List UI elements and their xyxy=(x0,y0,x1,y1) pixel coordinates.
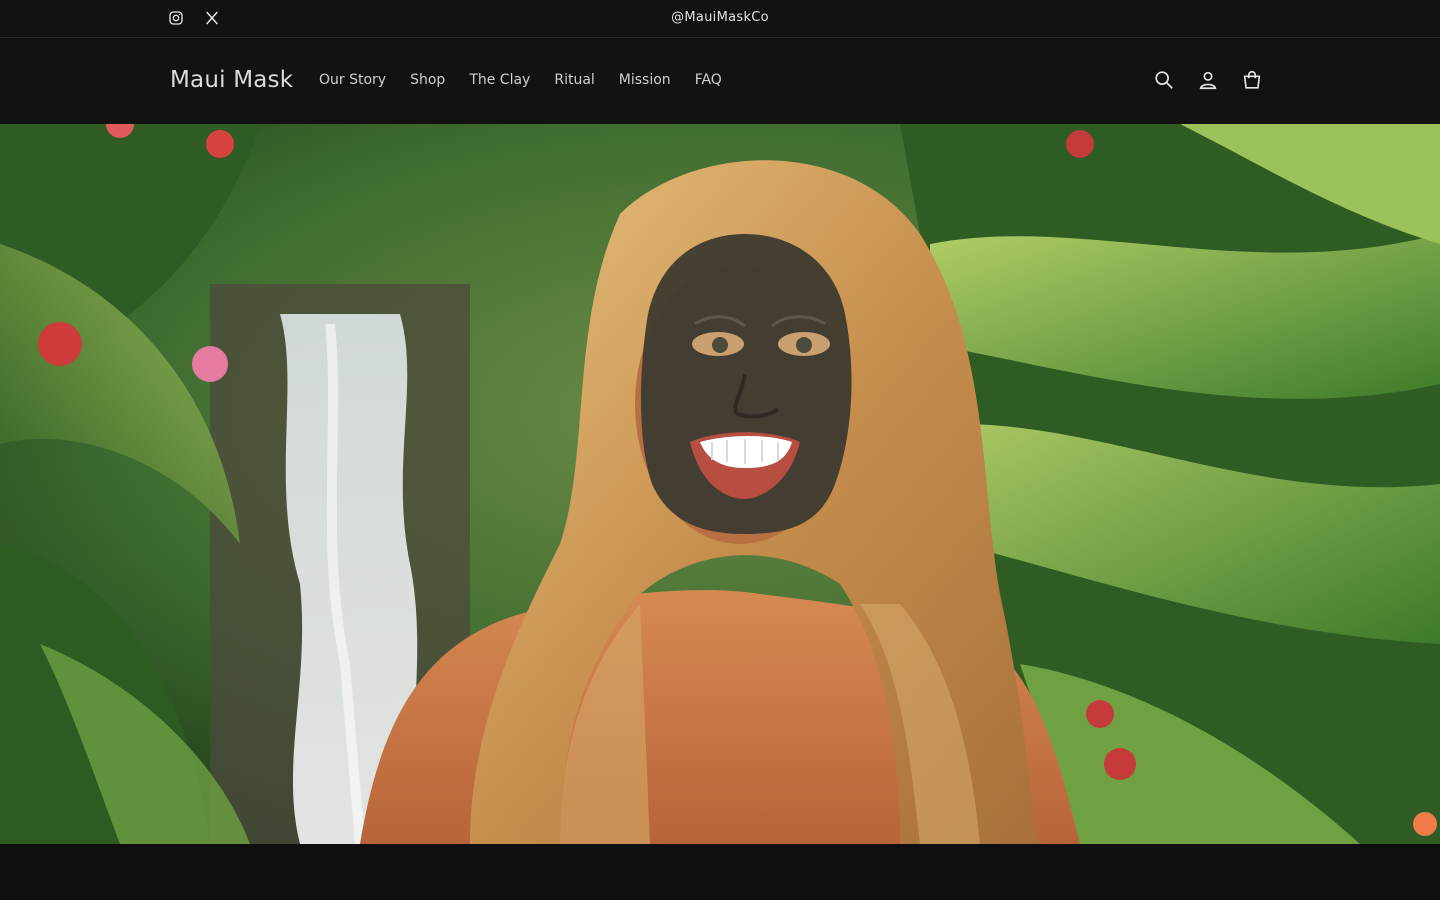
announcement-bar: @MauiMaskCo xyxy=(0,0,1440,38)
cart-button[interactable] xyxy=(1239,67,1265,93)
cart-icon xyxy=(1243,71,1261,89)
nav-the-clay[interactable]: The Clay xyxy=(469,72,530,88)
account-icon xyxy=(1199,71,1217,90)
next-section xyxy=(0,844,1440,900)
search-icon xyxy=(1155,71,1173,89)
account-button[interactable] xyxy=(1195,67,1221,93)
hero-banner[interactable] xyxy=(0,124,1440,844)
search-button[interactable] xyxy=(1151,67,1177,93)
nav-our-story[interactable]: Our Story xyxy=(319,72,386,88)
site-header: Maui Mask Our Story Shop The Clay Ritual… xyxy=(0,39,1440,124)
main-nav: Our Story Shop The Clay Ritual Mission F… xyxy=(319,72,746,88)
nav-mission[interactable]: Mission xyxy=(619,72,671,88)
nav-ritual[interactable]: Ritual xyxy=(554,72,594,88)
announcement-handle[interactable]: @MauiMaskCo xyxy=(0,10,1440,25)
site-logo[interactable]: Maui Mask xyxy=(170,67,293,93)
nav-faq[interactable]: FAQ xyxy=(695,72,722,88)
hero-image xyxy=(0,124,1440,844)
nav-shop[interactable]: Shop xyxy=(410,72,445,88)
